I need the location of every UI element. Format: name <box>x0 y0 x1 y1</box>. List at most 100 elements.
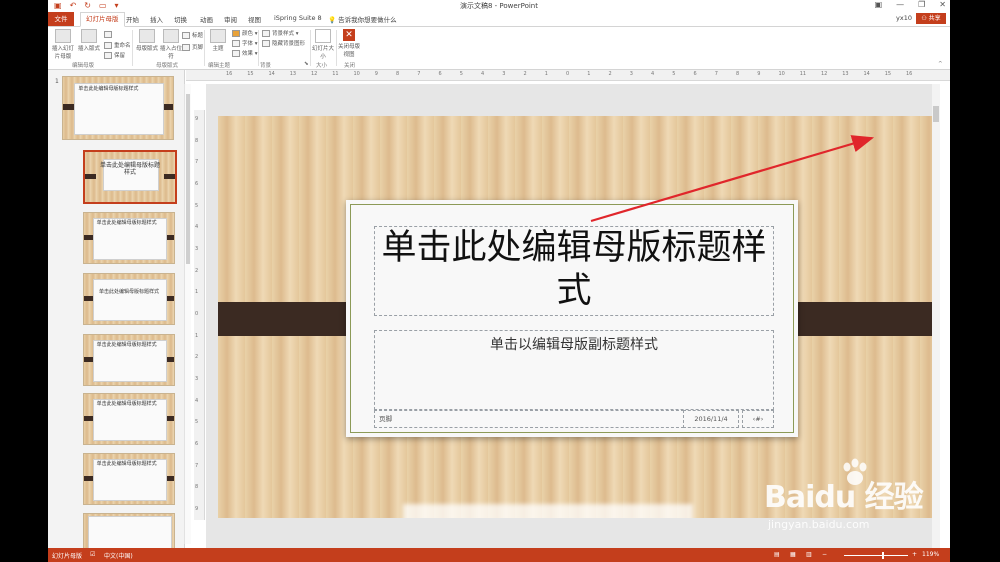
ruler-tick: 13 <box>842 71 849 77</box>
group-label-size: 大小 <box>316 63 328 69</box>
fonts-button[interactable]: 字体 ▾ <box>232 39 258 47</box>
footer-checkbox[interactable]: 页脚 <box>182 43 203 51</box>
right-dark-band <box>789 302 932 336</box>
effects-button[interactable]: 效果 ▾ <box>232 49 258 57</box>
ruler-tick: 9 <box>374 71 378 77</box>
normal-view-icon[interactable]: ▤ <box>774 551 780 558</box>
colors-button[interactable]: 颜色 ▾ <box>232 29 258 37</box>
ruler-tick: 3 <box>502 71 506 77</box>
tab-file[interactable]: 文件 <box>48 12 74 26</box>
ruler-tick: 9 <box>195 116 199 122</box>
ribbon-display-icon[interactable]: ▣ <box>875 0 883 9</box>
rename-icon <box>104 42 112 49</box>
person-icon: ⚇ <box>921 15 927 22</box>
tab-ispring[interactable]: iSpring Suite 8 <box>274 14 322 22</box>
tab-animations[interactable]: 动画 <box>200 14 213 24</box>
footer-placeholder[interactable]: 页脚 <box>374 410 684 428</box>
ruler-tick: 9 <box>757 71 761 77</box>
insert-layout-button[interactable]: 插入版式 <box>78 29 100 52</box>
ribbon-tabs: 文件 幻灯片母版 开始 插入 切换 动画 审阅 视图 iSpring Suite… <box>48 12 950 27</box>
ruler-tick: 7 <box>714 71 718 77</box>
tab-slide-master[interactable]: 幻灯片母版 <box>80 12 125 27</box>
ruler-tick: 2 <box>523 71 527 77</box>
tell-me-box[interactable]: 💡 告诉我你想要做什么 <box>328 14 397 24</box>
group-separator <box>204 30 205 66</box>
thumbnail-layout-6[interactable]: 单击此处编辑母版标题样式 <box>83 453 175 505</box>
slide-size-button[interactable]: 幻灯片大小 <box>312 29 334 60</box>
thumbnail-layout-4[interactable]: 单击此处编辑母版标题样式 <box>83 334 175 386</box>
tab-view[interactable]: 视图 <box>248 14 261 24</box>
horizontal-ruler: 16 15 14 13 12 11 10 9 8 7 6 5 4 3 2 1 0 1 2 3 4 5 6 7 8 9 10 11 12 1… <box>186 70 950 81</box>
thumbnail-layout-5[interactable]: 单击此处编辑母版标题样式 <box>83 393 175 445</box>
ruler-tick: 8 <box>396 71 400 77</box>
title-checkbox[interactable]: 标题 <box>182 31 203 39</box>
dialog-launcher-icon[interactable]: ⬊ <box>304 61 309 67</box>
group-separator <box>310 30 311 66</box>
thumb-title: 单击此处编辑母版标题样式 <box>96 342 157 348</box>
ruler-tick: 4 <box>195 224 199 231</box>
tab-home[interactable]: 开始 <box>126 14 139 24</box>
zoom-slider[interactable] <box>844 552 908 559</box>
thumbnail-layout-3[interactable]: 单击此处编辑母版标题样式 <box>83 273 175 325</box>
ruler-tick: 15 <box>247 71 254 77</box>
ruler-tick: 1 <box>544 71 548 77</box>
canvas-scrollbar[interactable] <box>932 84 940 548</box>
title-placeholder[interactable]: 单击此处编辑母版标题样式 <box>374 226 774 316</box>
thumbnail-layout-7[interactable] <box>83 513 175 548</box>
thumbnail-layout-1[interactable]: 单击此处编辑母版标题样式 <box>83 150 177 204</box>
ruler-tick: 11 <box>332 71 339 77</box>
zoom-slider-thumb[interactable] <box>882 552 885 559</box>
ruler-tick: 2 <box>195 354 199 361</box>
colors-icon <box>232 30 240 37</box>
insert-master-button[interactable]: 插入幻灯片母版 <box>52 29 74 60</box>
scrollbar-thumb[interactable] <box>186 94 190 264</box>
restore-icon[interactable]: ❐ <box>918 0 925 9</box>
themes-button[interactable]: 主题 <box>208 29 228 52</box>
thumbnails-scrollbar[interactable] <box>184 84 191 544</box>
collapse-ribbon-icon[interactable]: ^ <box>938 61 943 67</box>
zoom-in-icon[interactable]: + <box>912 551 917 558</box>
master-layout-button[interactable]: 母版版式 <box>136 29 158 52</box>
slide-sorter-icon[interactable]: ▦ <box>790 551 796 558</box>
delete-button[interactable] <box>104 31 114 38</box>
slide-master[interactable]: 单击此处编辑母版标题样式 单击以编辑母版副标题样式 页脚 2016/11/4 ‹… <box>218 116 932 518</box>
hide-background-checkbox[interactable]: 隐藏背景图形 <box>262 39 305 47</box>
date-placeholder[interactable]: 2016/11/4 <box>683 410 739 428</box>
ruler-tick: 12 <box>821 71 828 77</box>
minimize-icon[interactable]: — <box>896 0 904 9</box>
tab-transitions[interactable]: 切换 <box>174 14 187 24</box>
close-icon[interactable]: ✕ <box>939 0 946 9</box>
zoom-out-icon[interactable]: − <box>822 551 827 558</box>
share-button[interactable]: ⚇ 共享 <box>916 13 946 24</box>
insert-placeholder-button[interactable]: 插入占位符 <box>160 29 182 60</box>
status-view: 幻灯片母版 <box>52 553 83 560</box>
zoom-level[interactable]: 119% <box>922 551 939 558</box>
ruler-tick: 2 <box>195 267 199 274</box>
thumb-title: 单击此处编辑母版标题样式 <box>78 85 139 92</box>
checkbox-icon <box>182 32 190 39</box>
thumbnail-master[interactable]: 单击此处编辑母版标题样式 <box>62 76 174 140</box>
background-styles-button[interactable]: 背景样式 ▾ <box>262 29 299 37</box>
ruler-tick: 2 <box>608 71 612 77</box>
tab-insert[interactable]: 插入 <box>150 14 163 24</box>
user-account[interactable]: yx10 <box>896 14 912 22</box>
spell-check-icon[interactable]: ☑ <box>90 551 95 558</box>
close-master-view-button[interactable]: ✕ 关闭母版视图 <box>338 29 360 58</box>
ruler-tick: 3 <box>629 71 633 77</box>
preserve-button[interactable]: 保留 <box>104 51 125 59</box>
rename-button[interactable]: 重命名 <box>104 41 131 49</box>
reading-view-icon[interactable]: ▥ <box>806 551 812 558</box>
subtitle-placeholder[interactable]: 单击以编辑母版副标题样式 <box>374 330 774 410</box>
scrollbar-thumb[interactable] <box>933 106 939 122</box>
ruler-tick: 4 <box>481 71 485 77</box>
tab-review[interactable]: 审阅 <box>224 14 237 24</box>
slide-number-placeholder[interactable]: ‹#› <box>742 410 774 428</box>
ruler-tick: 10 <box>778 71 785 77</box>
thumb-title: 单击此处编辑母版标题样式 <box>98 289 159 295</box>
thumb-title: 单击此处编辑母版标题样式 <box>96 461 157 467</box>
group-label-background: 背景 <box>260 63 272 69</box>
master-layout-icon <box>139 29 155 43</box>
status-language[interactable]: 中文(中国) <box>104 551 133 560</box>
insert-layout-icon <box>81 29 97 43</box>
thumbnail-layout-2[interactable]: 单击此处编辑母版标题样式 <box>83 212 175 264</box>
